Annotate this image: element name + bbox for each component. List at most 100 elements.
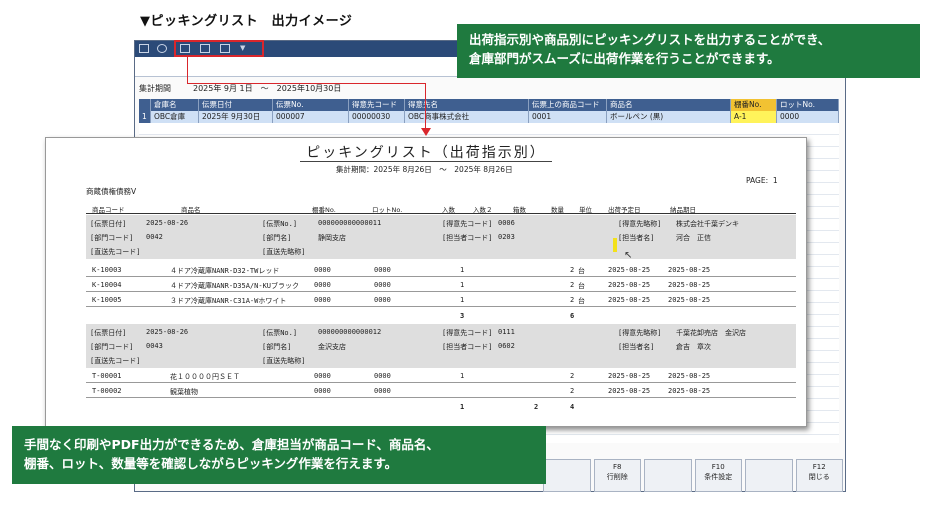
grid-header[interactable]: 伝票日付	[199, 99, 273, 111]
item-qty: 2	[570, 387, 575, 395]
page-heading: ▼ピッキングリスト 出力イメージ	[140, 14, 353, 29]
item-ship: 2025-08-25	[608, 372, 651, 380]
grid-row[interactable]: 1 OBC倉庫 2025年 9月30日 000007 00000030 OBC商…	[139, 111, 839, 123]
page-label: PAGE:	[746, 176, 769, 185]
item-ship: 2025-08-25	[608, 296, 651, 304]
item-in: 1	[460, 372, 465, 380]
grid-header[interactable]: 伝票No.	[273, 99, 349, 111]
grid-header[interactable]: 伝票上の商品コード	[529, 99, 607, 111]
dept: 0043	[146, 342, 163, 350]
dest-short-label: [直送先略称]	[262, 357, 306, 365]
staff-label: [担当者コード]	[442, 343, 493, 351]
item-code: T-00001	[92, 372, 122, 380]
item-due: 2025-08-25	[668, 296, 711, 304]
fkey-button[interactable]	[644, 459, 692, 492]
item-due: 2025-08-25	[668, 387, 711, 395]
item-lot: 0000	[374, 372, 391, 380]
fkey-label: 条件設定	[704, 473, 733, 481]
staff-name: 倉吉 章次	[676, 343, 711, 351]
fkey-button[interactable]	[745, 459, 793, 492]
fkey-f12-button[interactable]: F12 閉じる	[795, 459, 843, 492]
total-qty: 4	[570, 403, 575, 411]
report-item-row: K-10004 ４ドア冷蔵庫NANR-D35A/N-KUブラック 0000 00…	[86, 277, 796, 292]
grid-cell[interactable]: 2025年 9月30日	[199, 111, 273, 123]
search-icon[interactable]	[157, 44, 167, 53]
fkey-f8-button[interactable]: F8 行削除	[593, 459, 641, 492]
item-name: ４ドア冷蔵庫NANR-D32-TWレッド	[170, 267, 280, 275]
item-lot: 0000	[374, 281, 391, 289]
item-lot: 0000	[374, 296, 391, 304]
slip-no: 000000000000011	[318, 219, 382, 227]
grid-cell[interactable]: 0000	[777, 111, 839, 123]
cust-short: 千葉花卸売店 金沢店	[676, 329, 746, 337]
item-ship: 2025-08-25	[608, 387, 651, 395]
col-code: 商品コード	[92, 206, 125, 214]
grid-header[interactable]: 得意先名	[405, 99, 529, 111]
report-item-row: T-00001 花１００００円ＳＥＴ 0000 0000 1 2 2025-08…	[86, 368, 796, 383]
total-in: 3	[460, 312, 465, 320]
grid-header[interactable]: ロットNo.	[777, 99, 839, 111]
item-shelf: 0000	[314, 372, 331, 380]
item-due: 2025-08-25	[668, 281, 711, 289]
item-code: T-00002	[92, 387, 122, 395]
callout-line: 棚番、ロット、数量等を確認しながらピッキング作業を行えます。	[24, 456, 398, 471]
dept-name: 静岡支店	[318, 234, 346, 242]
grid-cell[interactable]: 0001	[529, 111, 607, 123]
item-code: K-10004	[92, 281, 122, 289]
grid-cell[interactable]: 00000030	[349, 111, 405, 123]
item-name: 観葉植物	[170, 388, 198, 396]
report-item-row: K-10003 ４ドア冷蔵庫NANR-D32-TWレッド 0000 0000 1…	[86, 262, 796, 277]
dept-name-label: [部門名]	[262, 343, 292, 351]
cust-short-label: [得意先略称]	[618, 220, 662, 228]
grid-header[interactable]: 得意先コード	[349, 99, 405, 111]
total-box: 2	[534, 403, 539, 411]
function-key-bar: F8 行削除 F10 条件設定 F12 閉じる	[543, 459, 843, 492]
grid-header[interactable]: 棚番No.	[731, 99, 777, 111]
dest-short-label: [直送先略称]	[262, 248, 306, 256]
dept-label: [部門コード]	[90, 234, 134, 242]
grid-cell[interactable]: A-1	[731, 111, 777, 123]
arrow-down-icon	[421, 128, 431, 136]
item-name: ３ドア冷蔵庫NANR-C31A-Wホワイト	[170, 297, 287, 305]
highlight-mark	[613, 238, 617, 252]
connector-line	[425, 83, 426, 129]
item-code: K-10005	[92, 296, 122, 304]
item-ship: 2025-08-25	[608, 266, 651, 274]
dept-label: [部門コード]	[90, 343, 134, 351]
grid-cell[interactable]: 000007	[273, 111, 349, 123]
item-due: 2025-08-25	[668, 266, 711, 274]
cust-code-label: [得意先コード]	[442, 329, 493, 337]
grid-cell[interactable]: OBC商事株式会社	[405, 111, 529, 123]
col-in2: 入数２	[473, 206, 493, 214]
col-unit: 単位	[579, 206, 592, 214]
grid-cell[interactable]: ボールペン (黒)	[607, 111, 731, 123]
mouse-cursor-icon: ↖	[624, 250, 633, 261]
staff-label: [担当者コード]	[442, 234, 493, 242]
grid-header[interactable]: 倉庫名	[151, 99, 199, 111]
dept-name: 金沢支店	[318, 343, 346, 351]
col-shelf: 棚番No.	[312, 206, 336, 214]
grid-header[interactable]: 商品名	[607, 99, 731, 111]
fkey-key: F8	[613, 463, 622, 471]
item-qty: 2	[570, 372, 575, 380]
staff-name-label: [担当者名]	[618, 234, 655, 242]
callout-line: 出荷指示別や商品別にピッキングリストを出力することができ、	[469, 32, 831, 47]
fkey-f10-button[interactable]: F10 条件設定	[694, 459, 742, 492]
staff: 0203	[498, 233, 515, 241]
col-qty: 数量	[551, 206, 564, 214]
col-box: 箱数	[513, 206, 526, 214]
slip-header: [伝票日付] 2025-08-26 [伝票No.] 00000000000001…	[86, 324, 796, 368]
item-qty: 2	[570, 281, 575, 289]
staff-name-label: [担当者名]	[618, 343, 655, 351]
item-in: 1	[460, 296, 465, 304]
fkey-key: F12	[812, 463, 826, 471]
grid-cell[interactable]: OBC倉庫	[151, 111, 199, 123]
report-item-row: T-00002 観葉植物 0000 0000 2 2025-08-25 2025…	[86, 383, 796, 398]
report-total-row: 3 6	[86, 308, 796, 323]
picking-report: ピッキングリスト（出荷指示別） 集計期間：2025年 8月26日 ～ 2025年…	[45, 137, 807, 427]
report-title: ピッキングリスト（出荷指示別）	[46, 142, 806, 162]
item-qty: 2	[570, 296, 575, 304]
report-title-text: ピッキングリスト（出荷指示別）	[300, 145, 552, 162]
col-lot: ロットNo.	[372, 206, 403, 214]
fkey-button[interactable]	[543, 459, 591, 492]
